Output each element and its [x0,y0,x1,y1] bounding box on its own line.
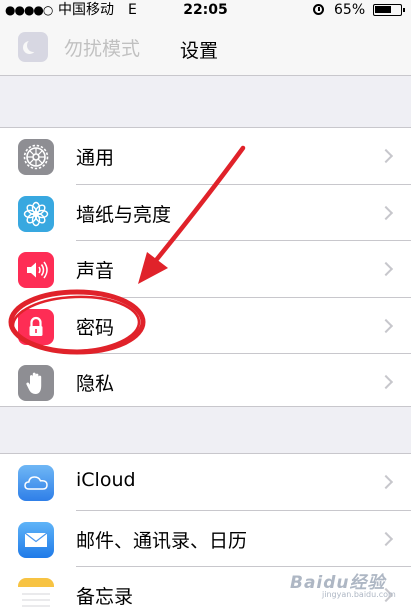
settings-row-privacy[interactable]: 隐私 [0,354,411,411]
settings-row-label: 通用 [76,147,115,169]
settings-row-label: 隐私 [76,373,115,395]
settings-row-icloud[interactable]: iCloud [0,454,411,511]
settings-row-mail-contacts-calendars[interactable]: 邮件、通讯录、日历 [0,511,411,567]
background-row-do-not-disturb: 勿扰模式 [18,32,140,62]
settings-row-label: 邮件、通讯录、日历 [76,529,248,552]
mail-icon [18,521,54,558]
alarm-icon [313,4,324,15]
nav-bar: 勿扰模式 设置 [0,20,411,76]
chevron-right-icon [378,374,394,390]
settings-row-wallpaper-brightness[interactable]: 墙纸与亮度 [0,185,411,241]
chevron-right-icon [378,318,394,333]
battery-percent: 65% [334,2,366,18]
chevron-right-icon [378,474,394,490]
chevron-right-icon [378,148,394,164]
page-title: 设置 [180,40,219,62]
hand-icon [18,365,54,401]
notes-icon [18,578,54,610]
gear-icon [18,139,54,175]
settings-row-label: iCloud [76,469,136,491]
chevron-right-icon [378,261,394,277]
speaker-icon [18,252,54,288]
settings-row-sounds[interactable]: 声音 [0,241,411,298]
lock-icon [18,308,54,345]
moon-icon [18,32,48,62]
background-row-label: 勿扰模式 [64,37,141,60]
settings-section-1: 通用 墙纸与亮度 声音 密码 隐私 [0,127,411,407]
watermark-url: jingyan.baidu.com [322,590,396,599]
settings-row-general[interactable]: 通用 [0,128,411,185]
settings-row-label: 墙纸与亮度 [76,203,172,226]
flower-icon [18,195,54,232]
settings-row-label: 备忘录 [76,586,134,608]
battery-level [375,6,391,13]
battery-icon [373,4,405,16]
settings-row-label: 密码 [76,316,115,339]
settings-row-passcode[interactable]: 密码 [0,298,411,354]
chevron-right-icon [378,205,394,220]
status-bar: ●●●●○ 中国移动 E 22:05 65% [0,0,411,20]
chevron-right-icon [378,531,394,546]
settings-row-label: 声音 [76,260,115,282]
cloud-icon [18,465,54,501]
